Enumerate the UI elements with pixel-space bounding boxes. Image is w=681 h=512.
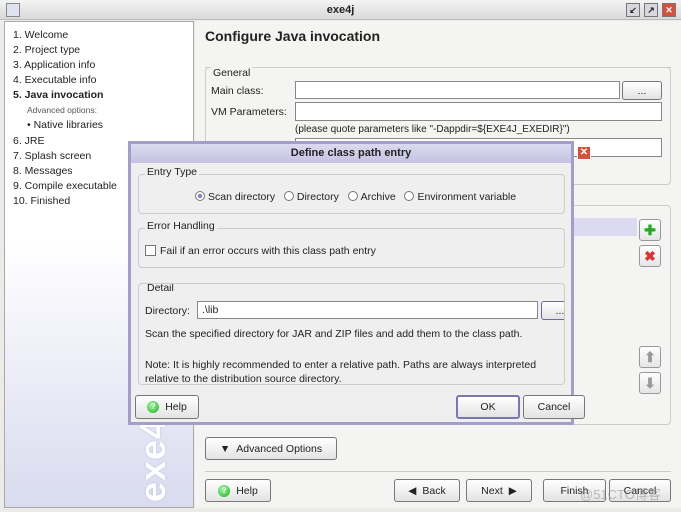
- window-title: exe4j: [326, 4, 355, 16]
- advanced-options-label: Advanced options:: [27, 105, 97, 115]
- next-label: Next: [481, 484, 503, 497]
- detail-label: Detail: [145, 283, 176, 294]
- main-class-label: Main class:: [211, 85, 264, 97]
- step-java-invocation[interactable]: 5. Java invocation: [13, 89, 103, 101]
- dialog-help-button[interactable]: ? Help: [135, 395, 199, 419]
- help-label: Help: [165, 401, 187, 413]
- radio-label: Directory: [296, 191, 339, 203]
- define-class-path-dialog: Define class path entry ✕ Entry Type Sca…: [128, 141, 591, 425]
- vm-params-label: VM Parameters:: [211, 106, 287, 118]
- page-title: Configure Java invocation: [205, 28, 381, 44]
- radio-button[interactable]: [195, 191, 205, 201]
- add-entry-button[interactable]: ✚: [639, 219, 661, 241]
- radio-scan-directory[interactable]: Scan directory: [195, 191, 275, 203]
- step-finished[interactable]: 10. Finished: [13, 195, 70, 207]
- step-jre[interactable]: 6. JRE: [13, 135, 45, 147]
- radio-archive[interactable]: Archive: [347, 191, 396, 203]
- vm-params-hint: (please quote parameters like "-Dappdir=…: [295, 124, 570, 135]
- move-down-button[interactable]: ⬇: [639, 372, 661, 394]
- close-button[interactable]: ✕: [662, 3, 676, 17]
- error-handling-group: Error Handling Fail if an error occurs w…: [138, 220, 565, 268]
- main-class-browse-button[interactable]: ...: [622, 81, 662, 100]
- move-up-button[interactable]: ⬆: [639, 346, 661, 368]
- radio-environment-variable[interactable]: Environment variable: [404, 191, 516, 203]
- detail-note: Note: It is highly recommended to enter …: [145, 359, 537, 385]
- directory-label: Directory:: [145, 305, 190, 317]
- help-button[interactable]: ? Help: [205, 479, 271, 502]
- step-project-type[interactable]: 2. Project type: [13, 44, 80, 56]
- help-label: Help: [236, 484, 258, 497]
- radio-button[interactable]: [283, 191, 294, 201]
- remove-entry-button[interactable]: ✖: [639, 245, 661, 267]
- step-native-libraries[interactable]: • Native libraries: [27, 119, 103, 131]
- triangle-left-icon: ◀: [408, 484, 417, 497]
- advanced-options-label: Advanced Options: [236, 442, 323, 455]
- main-class-input[interactable]: [295, 81, 620, 99]
- maximize-button[interactable]: ↗: [644, 3, 658, 17]
- back-label: Back: [422, 484, 446, 497]
- entry-type-label: Entry Type: [145, 166, 199, 178]
- help-icon: ?: [218, 484, 231, 497]
- vm-params-input[interactable]: [295, 102, 662, 121]
- dialog-title: Define class path entry: [131, 144, 571, 163]
- divider: [205, 471, 671, 472]
- directory-input[interactable]: .\lib: [197, 301, 538, 319]
- radio-button[interactable]: [404, 191, 415, 201]
- minimize-button[interactable]: ↙: [626, 3, 640, 17]
- radio-directory[interactable]: Directory: [283, 191, 339, 203]
- radio-button[interactable]: [347, 191, 358, 201]
- directory-browse-button[interactable]: ...: [541, 301, 564, 320]
- step-splash-screen[interactable]: 7. Splash screen: [13, 150, 91, 162]
- ok-button[interactable]: OK: [456, 395, 520, 419]
- detail-group: Detail Directory: .\lib ... Scan the spe…: [138, 283, 565, 385]
- title-bar: exe4j ↙ ↗ ✕: [0, 0, 681, 20]
- error-handling-label: Error Handling: [145, 220, 217, 232]
- checkbox[interactable]: [145, 245, 156, 256]
- watermark: @51CTO博客: [580, 487, 661, 502]
- help-icon: ?: [147, 401, 160, 413]
- dialog-close-button[interactable]: ✕: [577, 146, 591, 160]
- triangle-down-icon: ▼: [219, 442, 231, 455]
- step-executable-info[interactable]: 4. Executable info: [13, 74, 96, 86]
- checkbox-label: Fail if an error occurs with this class …: [160, 245, 376, 257]
- back-button[interactable]: ◀ Back: [394, 479, 460, 502]
- step-welcome[interactable]: 1. Welcome: [13, 29, 68, 41]
- entry-type-group: Entry Type Scan directory Directory Arch…: [138, 166, 565, 214]
- next-button[interactable]: Next ▶: [466, 479, 532, 502]
- radio-label: Scan directory: [208, 191, 276, 203]
- step-application-info[interactable]: 3. Application info: [13, 59, 95, 71]
- step-messages[interactable]: 8. Messages: [13, 165, 73, 177]
- detail-description: Scan the specified directory for JAR and…: [145, 328, 523, 340]
- radio-label: Archive: [360, 191, 396, 203]
- fail-on-error-checkbox[interactable]: Fail if an error occurs with this class …: [145, 245, 376, 257]
- step-compile-executable[interactable]: 9. Compile executable: [13, 180, 117, 192]
- advanced-options-button[interactable]: ▼ Advanced Options: [205, 437, 337, 460]
- triangle-right-icon: ▶: [508, 484, 517, 497]
- general-label: General: [211, 67, 253, 79]
- dialog-cancel-button[interactable]: Cancel: [523, 395, 585, 419]
- radio-label: Environment variable: [417, 191, 517, 203]
